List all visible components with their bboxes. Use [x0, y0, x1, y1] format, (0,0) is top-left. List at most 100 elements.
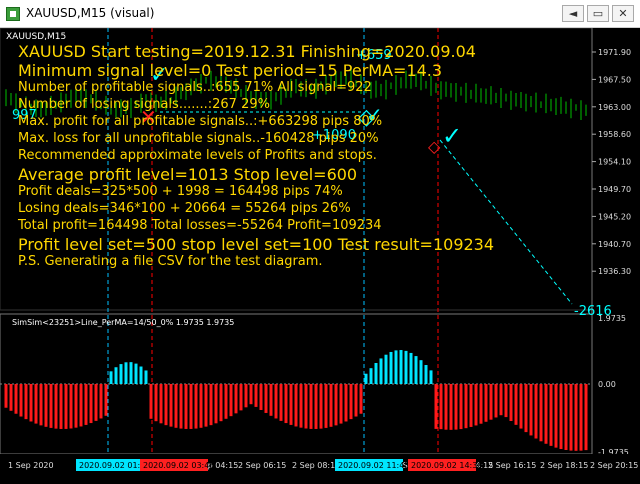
time-marker-label: 2020.09.02 11:45 — [338, 461, 409, 470]
histogram-bar — [229, 384, 233, 417]
histogram-bar — [359, 384, 363, 414]
histogram-bar — [384, 354, 388, 384]
histogram-bar — [234, 384, 238, 414]
price-tick-label: 1954.10 — [598, 158, 631, 167]
histogram-bar — [424, 365, 428, 384]
histogram-bar — [164, 384, 168, 426]
histogram-bar — [74, 384, 78, 428]
stats-line-4: Number of losing signals.......:267 29% — [18, 97, 270, 112]
histogram-bar — [279, 384, 283, 421]
histogram-bar — [314, 384, 318, 429]
histogram-bar — [494, 384, 498, 418]
histogram-bar — [434, 384, 438, 429]
histogram-bar — [304, 384, 308, 429]
histogram-bar — [119, 364, 123, 384]
histogram-bar — [369, 368, 373, 384]
histogram-bar — [39, 384, 43, 426]
price-tick-label: 1967.50 — [598, 75, 631, 84]
stats-line-2: Minimum signal level=0 Test period=15 Pe… — [18, 61, 443, 80]
stats-line-13: P.S. Generating a file CSV for the test … — [18, 254, 323, 269]
histogram-bar — [394, 350, 398, 384]
histogram-bar — [34, 384, 38, 424]
check-icon-3: ✓ — [442, 122, 462, 150]
time-label: 1 Sep 2020 — [8, 461, 54, 470]
histogram-bar — [404, 350, 408, 384]
histogram-bar — [464, 384, 468, 429]
histogram-bar — [269, 384, 273, 416]
histogram-bar — [519, 384, 523, 429]
histogram-bar — [214, 384, 218, 424]
histogram-bar — [534, 384, 538, 439]
histogram-bar — [199, 384, 203, 428]
stats-line-10: Losing deals=346*100 + 20664 = 55264 pip… — [18, 201, 351, 216]
histogram-bar — [339, 384, 343, 424]
histogram-bar — [224, 384, 228, 419]
histogram-bar — [209, 384, 213, 426]
histogram-bar — [324, 384, 328, 428]
histogram-bar — [94, 384, 98, 421]
maximize-button[interactable]: ▭ — [587, 5, 609, 22]
histogram-bar — [174, 384, 178, 428]
histogram-bar — [414, 356, 418, 384]
histogram-bar — [529, 384, 533, 436]
price-tick-label: 1971.90 — [598, 48, 631, 57]
indicator-tick-label: 0.00 — [598, 380, 616, 389]
histogram-bar — [539, 384, 543, 442]
time-axis: 1 Sep 2020 2 Sep 04:15 2 Sep 06:15 2 Sep 08… — [8, 459, 638, 471]
indicator-axis: 1.97350.00-1.9735 — [598, 314, 629, 457]
histogram-bar — [509, 384, 513, 422]
histogram-bar — [69, 384, 73, 429]
histogram-bar — [29, 384, 33, 422]
histogram-bar — [129, 362, 133, 384]
floating-label-2616: -2616 — [574, 304, 612, 319]
histogram-bar — [564, 384, 568, 450]
histogram-bar — [579, 384, 583, 451]
histogram-bar — [524, 384, 528, 433]
stats-line-9: Profit deals=325*500 + 1998 = 164498 pip… — [18, 184, 343, 199]
stats-line-6: Max. loss for all unprofitable signals..… — [18, 131, 379, 146]
time-marker-label: 2020.09.02 01:15 — [79, 461, 150, 470]
histogram-bar — [274, 384, 278, 419]
histogram-bar — [329, 384, 333, 427]
close-button[interactable]: ✕ — [612, 5, 634, 22]
time-label: 2 Sep 08:15 — [292, 461, 340, 470]
histogram-bar — [484, 384, 488, 422]
stats-line-12: Profit level set=500 stop level set=100 … — [18, 235, 495, 254]
histogram-bar — [194, 384, 198, 429]
histogram-bar — [184, 384, 188, 429]
histogram-bar — [309, 384, 313, 429]
histogram-bar — [444, 384, 448, 430]
histogram-bar — [504, 384, 508, 418]
minimize-button[interactable]: ◄ — [562, 5, 584, 22]
histogram-bar — [469, 384, 473, 427]
time-label: 2 Sep 06:15 — [238, 461, 286, 470]
histogram-bar — [149, 384, 153, 419]
histogram-bar — [389, 351, 393, 384]
histogram-bar — [429, 370, 433, 384]
histogram-bar — [374, 363, 378, 384]
price-tick-label: 1958.60 — [598, 130, 631, 139]
histogram-bar — [124, 362, 128, 384]
stats-line-7: Recommended approximate levels of Profit… — [18, 148, 377, 163]
histogram-bar — [139, 366, 143, 384]
stats-line-3: Number of profitable signals..:655 71% A… — [18, 80, 372, 95]
symbol-label: XAUUSD,M15 — [6, 32, 67, 42]
price-tick-label: 1940.70 — [598, 240, 631, 249]
histogram-bar — [219, 384, 223, 422]
histogram-bar — [154, 384, 158, 422]
stats-line-11: Total profit=164498 Total losses=-55264 … — [18, 218, 382, 233]
diamond-red-icon: ◇ — [428, 137, 441, 156]
price-tick-label: 1963.00 — [598, 103, 631, 112]
window-titlebar: XAUUSD,M15 (visual) ◄ ▭ ✕ — [0, 0, 640, 28]
histogram-bar — [289, 384, 293, 425]
histogram-bar — [179, 384, 183, 429]
histogram-bar — [249, 384, 253, 405]
histogram-bar — [19, 384, 23, 417]
time-label: 2 Sep 16:15 — [488, 461, 536, 470]
price-axis: 1971.90 1967.50 1963.00 1958.60 1954.10 1949.… — [592, 48, 631, 276]
histogram-bar — [569, 384, 573, 451]
histogram-bar — [459, 384, 463, 430]
histogram-bar — [244, 384, 248, 408]
histogram-bar — [54, 384, 58, 429]
histogram-bar — [159, 384, 163, 424]
